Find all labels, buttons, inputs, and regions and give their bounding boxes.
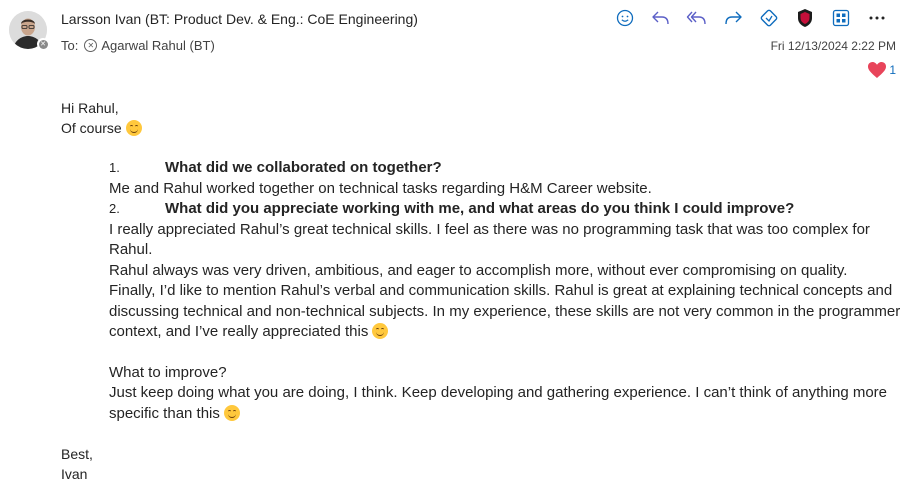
loop-icon[interactable] <box>751 6 787 30</box>
answer-2-part-3: Finally, I’d like to mention Rahul’s ver… <box>109 281 907 343</box>
question-2: 2. What did you appreciate working with … <box>109 199 907 220</box>
question-1-number: 1. <box>109 160 120 175</box>
improve-title: What to improve? <box>109 363 227 381</box>
question-2-text: What did you appreciate working with me,… <box>165 200 795 217</box>
greeting: Hi Rahul, <box>61 100 119 116</box>
reaction-count: 1 <box>889 63 896 77</box>
message-toolbar <box>607 6 895 30</box>
forward-icon[interactable] <box>715 6 751 30</box>
question-2-number: 2. <box>109 201 120 216</box>
recipient-name[interactable]: Agarwal Rahul (BT) <box>101 38 214 53</box>
smile-emoji-icon <box>125 120 142 136</box>
recipients-line: To: ✕ Agarwal Rahul (BT) <box>61 38 215 53</box>
intro-line: Of course <box>61 118 907 138</box>
question-1-text: What did we collaborated on together? <box>165 159 442 176</box>
to-label: To: <box>61 38 79 53</box>
answer-2-part-1: I really appreciated Rahul’s great techn… <box>109 220 870 259</box>
reaction-summary[interactable]: 1 <box>867 61 896 79</box>
presence-badge: ✕ <box>37 38 49 50</box>
signoff: Best, <box>61 446 93 462</box>
recipient-chip[interactable]: ✕ Agarwal Rahul (BT) <box>84 38 215 53</box>
smile-emoji-icon <box>372 323 389 339</box>
signature-name: Ivan <box>61 466 88 482</box>
message-body: Hi Rahul, Of course 1. What did we colla… <box>61 98 907 484</box>
reply-icon[interactable] <box>643 6 679 30</box>
offline-icon: ✕ <box>38 39 48 49</box>
remove-recipient-icon[interactable]: ✕ <box>84 39 98 52</box>
answers-block: 1. What did we collaborated on together?… <box>109 158 907 424</box>
answer-1: Me and Rahul worked together on technica… <box>109 179 652 197</box>
sent-date: Fri 12/13/2024 2:22 PM <box>770 39 896 53</box>
improve-body: Just keep doing what you are doing, I th… <box>109 383 907 424</box>
sender-name[interactable]: Larsson Ivan (BT: Product Dev. & Eng.: C… <box>61 11 418 27</box>
reply-all-icon[interactable] <box>679 6 715 30</box>
answer-2-part-2: Rahul always was very driven, ambitious,… <box>109 261 848 279</box>
heart-icon <box>868 62 887 78</box>
intro-text: Of course <box>61 120 122 136</box>
question-1: 1. What did we collaborated on together? <box>109 158 907 179</box>
apps-icon[interactable] <box>823 6 859 30</box>
smile-emoji-icon <box>223 404 240 421</box>
emoji-icon[interactable] <box>607 6 643 30</box>
shield-icon[interactable] <box>787 6 823 30</box>
more-icon[interactable] <box>859 6 895 30</box>
answer-2-part-3-text: Finally, I’d like to mention Rahul’s ver… <box>109 282 901 340</box>
